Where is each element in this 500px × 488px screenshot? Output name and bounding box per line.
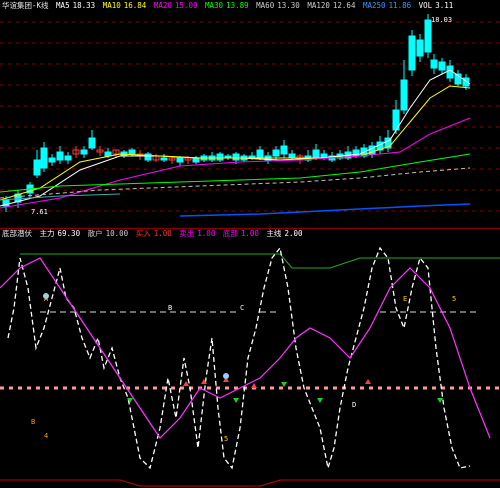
mark-e: E xyxy=(403,295,408,303)
ma120-line xyxy=(179,203,471,217)
line2-value: 10.00 xyxy=(105,229,129,238)
candle-body-7 xyxy=(64,155,72,161)
high-price-label: 18.03 xyxy=(431,16,453,24)
line3-label: 买入 xyxy=(135,229,151,238)
candlestick-chart[interactable] xyxy=(0,0,500,228)
ma20-label: MA20 xyxy=(153,1,172,10)
ma20-line xyxy=(0,117,471,209)
candlestick-chart-pane[interactable]: 华谊集团-K线 MA5 18.33 MA10 16.84 MA20 15.00 MA3… xyxy=(0,0,500,228)
mark-d: D xyxy=(352,401,357,409)
line5-value: 1.00 xyxy=(240,229,259,238)
mark-f: 5 xyxy=(452,295,457,303)
magenta-line xyxy=(0,257,491,439)
main-title: 华谊集团-K线 xyxy=(2,1,49,10)
signal-arrow-6 xyxy=(281,382,287,387)
mark-c: C xyxy=(240,304,245,312)
candle-body-15 xyxy=(128,149,136,155)
mark-b: B xyxy=(168,304,173,312)
mark-i: B xyxy=(31,418,36,426)
ma5-label: MA5 xyxy=(56,1,70,10)
ma60-label: MA60 xyxy=(256,1,275,10)
candle-body-34 xyxy=(280,145,288,155)
ma10-line xyxy=(0,85,471,201)
candle-body-4 xyxy=(40,147,48,169)
line6-label: 主线 xyxy=(266,229,282,238)
line3-value: 1.00 xyxy=(153,229,172,238)
white-line xyxy=(7,246,471,470)
line1-value: 69.30 xyxy=(57,229,81,238)
ma5-value: 18.33 xyxy=(72,1,96,10)
candle-body-21 xyxy=(176,157,184,163)
signal-arrow-4 xyxy=(233,398,239,403)
ma60-line xyxy=(0,167,471,199)
candle-body-54 xyxy=(438,61,446,71)
candle-body-12 xyxy=(104,151,112,157)
signal-diamond-1 xyxy=(223,373,229,379)
candle-body-51 xyxy=(416,39,424,57)
candle-body-49 xyxy=(400,79,408,111)
ma120-value: 12.64 xyxy=(332,1,356,10)
ma120-label: MA120 xyxy=(307,1,330,10)
low-price-label: 7.61 xyxy=(31,208,48,216)
ma10-value: 16.84 xyxy=(123,1,147,10)
main-header: 华谊集团-K线 MA5 18.33 MA10 16.84 MA20 15.00 MA3… xyxy=(2,0,456,12)
candle-body-5 xyxy=(48,157,56,163)
signal-arrow-8 xyxy=(365,379,371,384)
candle-body-35 xyxy=(288,153,296,159)
top-line xyxy=(20,253,500,269)
mark-h: 5 xyxy=(224,435,229,443)
extra-label: VOL xyxy=(418,1,433,10)
ma60-value: 13.30 xyxy=(277,1,300,10)
candle-body-53 xyxy=(430,59,438,69)
ma250-label: MA250 xyxy=(362,1,386,10)
indicator-header: 底部潜伏 主力 69.30 散户 10.00 买入 1.00 卖出 1.00 底部 1.0… xyxy=(2,228,306,240)
candle-body-26 xyxy=(216,153,224,161)
extra-value: 3.11 xyxy=(435,1,454,10)
candle-body-50 xyxy=(408,35,416,71)
ma10-label: MA10 xyxy=(102,1,121,10)
indicator-chart[interactable] xyxy=(0,228,500,488)
ma30-label: MA30 xyxy=(205,1,224,10)
candle-body-9 xyxy=(80,149,88,155)
line2-label: 散户 xyxy=(87,229,103,238)
candle-body-33 xyxy=(272,149,280,157)
candle-body-23 xyxy=(192,157,200,163)
indicator-title: 底部潜伏 xyxy=(2,229,32,238)
candle-body-10 xyxy=(88,137,96,149)
signal-arrow-7 xyxy=(317,398,323,403)
candle-body-3 xyxy=(33,159,41,176)
candle-body-28 xyxy=(232,153,240,161)
candle-body-52 xyxy=(424,19,432,53)
mark-a: A xyxy=(44,295,49,303)
bottom-line xyxy=(0,479,500,487)
indicator-pane[interactable]: 底部潜伏 主力 69.30 散户 10.00 买入 1.00 卖出 1.00 底部 1.0… xyxy=(0,228,500,488)
signal-arrow-5 xyxy=(251,383,257,388)
mark-g: 4 xyxy=(44,432,49,440)
candle-body-31 xyxy=(256,149,264,159)
signal-arrow-9 xyxy=(437,398,443,403)
line4-value: 1.00 xyxy=(197,229,216,238)
candle-body-6 xyxy=(56,151,64,161)
ma20-value: 15.00 xyxy=(174,1,198,10)
line1-label: 主力 xyxy=(39,229,55,238)
candle-body-19 xyxy=(160,157,168,161)
line5-label: 底部 xyxy=(222,229,238,238)
line6-value: 2.00 xyxy=(284,229,303,238)
line4-label: 卖出 xyxy=(179,229,195,238)
candle-body-38 xyxy=(312,149,320,159)
ma250-value: 11.86 xyxy=(388,1,412,10)
ma30-value: 13.89 xyxy=(226,1,249,10)
